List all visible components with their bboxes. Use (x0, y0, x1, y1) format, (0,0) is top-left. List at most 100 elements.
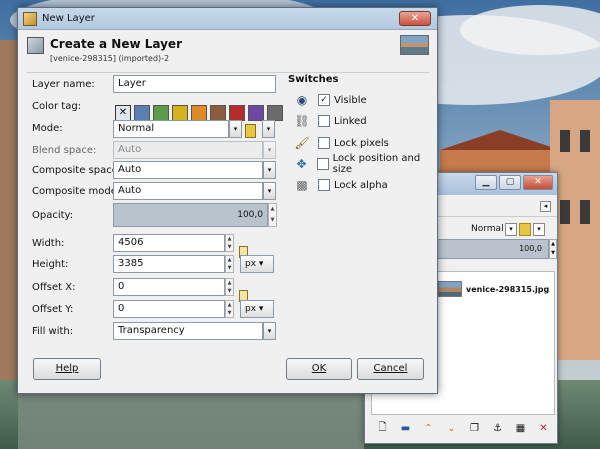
layers-action-bar: 🗋 ▬ ⌃ ⌄ ❐ ⚓ ▦ ✕ (371, 417, 555, 439)
page-title: Create a New Layer (50, 37, 182, 51)
blend-space-select: Auto (113, 141, 263, 159)
new-layer-icon[interactable]: 🗋 (376, 420, 390, 437)
delete-layer-icon[interactable]: ✕ (537, 423, 551, 434)
layer-name-input[interactable]: Layer (113, 75, 276, 93)
color-tag-none[interactable]: ✕ (115, 105, 131, 121)
switches-heading: Switches (288, 74, 339, 85)
offset-x-spinner[interactable]: ▲ ▼ (225, 278, 234, 296)
layers-opacity-spinner[interactable]: ▲ ▼ (549, 239, 557, 259)
lock-alpha-checkbox[interactable] (318, 179, 330, 191)
mode-reset-icon[interactable] (519, 223, 531, 236)
dialog-header: Create a New Layer [venice-298315] (impo… (18, 30, 437, 70)
cancel-button-label: Cancel (373, 363, 408, 374)
color-tag-label: Color tag: (32, 101, 82, 112)
height-input[interactable]: 3385 (113, 255, 225, 273)
switch-linked[interactable]: ⛓ Linked (294, 113, 367, 129)
composite-space-select[interactable]: Auto (113, 161, 263, 179)
opacity-label: Opacity: (32, 210, 74, 221)
move-icon: ✥ (296, 157, 307, 171)
lock-pixels-label: Lock pixels (334, 137, 389, 149)
color-tag-swatch[interactable] (248, 105, 264, 121)
offset-x-input[interactable]: 0 (113, 278, 225, 296)
minimize-button[interactable]: ▁ (475, 175, 497, 190)
composite-mode-label: Composite mode: (32, 186, 121, 197)
composite-space-label: Composite space: (32, 165, 122, 176)
paintbrush-icon: 🖌 (294, 136, 310, 150)
offset-unit-select[interactable]: px ▾ (240, 300, 274, 318)
close-button[interactable]: ✕ (523, 175, 553, 190)
new-layer-dialog: New Layer ✕ Create a New Layer [venice-2… (17, 7, 438, 394)
width-input[interactable]: 4506 (113, 234, 225, 252)
new-group-icon[interactable]: ▬ (399, 423, 413, 434)
raise-layer-icon[interactable]: ⌃ (422, 423, 436, 434)
height-label: Height: (32, 259, 69, 270)
lower-layer-icon[interactable]: ⌄ (445, 423, 459, 434)
chevron-down-icon[interactable]: ▾ (263, 182, 276, 200)
ok-button-label: OK (311, 363, 327, 374)
merge-layer-icon[interactable]: ▦ (514, 423, 528, 434)
collapse-icon[interactable]: ◂ (540, 201, 551, 212)
image-subtitle: [venice-298315] (imported)-2 (50, 54, 170, 63)
dialog-titlebar: New Layer ✕ (18, 8, 437, 30)
header-divider (26, 72, 430, 73)
mode-select[interactable]: Normal (113, 120, 229, 138)
layer-thumbnail (438, 281, 462, 297)
chevron-down-icon[interactable]: ▾ (262, 120, 275, 138)
mode-reset-icon[interactable] (245, 124, 256, 138)
switch-visible[interactable]: ◉ ✓ Visible (294, 92, 367, 108)
switch-lock-pixels[interactable]: 🖌 Lock pixels (294, 135, 389, 151)
composite-mode-select[interactable]: Auto (113, 182, 263, 200)
linked-checkbox[interactable] (318, 115, 330, 127)
chain-icon: ⛓ (294, 114, 310, 128)
chevron-down-icon[interactable]: ▾ (263, 322, 276, 340)
width-spinner[interactable]: ▲ ▼ (225, 234, 234, 252)
lock-position-checkbox[interactable] (317, 158, 329, 170)
chevron-down-icon: ▾ (263, 141, 276, 159)
eye-icon: ◉ (296, 93, 308, 107)
visible-checkbox[interactable]: ✓ (318, 94, 330, 106)
color-tag-swatch[interactable] (229, 105, 245, 121)
blend-space-label: Blend space: (32, 145, 97, 156)
duplicate-layer-icon[interactable]: ❐ (468, 423, 482, 434)
new-layer-icon (27, 37, 44, 54)
lock-alpha-label: Lock alpha (334, 179, 388, 191)
linked-label: Linked (334, 115, 367, 127)
height-spinner[interactable]: ▲ ▼ (225, 255, 234, 273)
chevron-down-icon[interactable]: ▾ (505, 223, 517, 236)
color-tag-swatch[interactable] (191, 105, 207, 121)
color-tag-swatch[interactable] (210, 105, 226, 121)
opacity-spinner[interactable]: ▲ ▼ (268, 203, 277, 227)
offset-y-input[interactable]: 0 (113, 300, 225, 318)
cancel-button[interactable]: Cancel (357, 358, 424, 380)
size-unit-select[interactable]: px ▾ (240, 255, 274, 273)
offset-y-spinner[interactable]: ▲ ▼ (225, 300, 234, 318)
help-button[interactable]: Help (33, 358, 101, 380)
close-button[interactable]: ✕ (399, 11, 431, 26)
switch-lock-position[interactable]: ✥ Lock position and size (294, 153, 437, 175)
lock-pixels-checkbox[interactable] (318, 137, 330, 149)
lock-position-label: Lock position and size (332, 153, 421, 175)
layers-opacity-value: 100,0 (519, 244, 542, 253)
fill-with-label: Fill with: (32, 326, 74, 337)
chevron-down-icon[interactable]: ▾ (533, 223, 545, 236)
chevron-down-icon[interactable]: ▾ (263, 161, 276, 179)
chevron-down-icon[interactable]: ▾ (229, 120, 242, 138)
window-title: New Layer (42, 13, 95, 24)
color-tag-swatch[interactable] (172, 105, 188, 121)
help-button-label: Help (55, 363, 79, 374)
layer-name-label: Layer name: (32, 79, 95, 90)
anchor-layer-icon[interactable]: ⚓ (491, 423, 505, 434)
width-label: Width: (32, 238, 65, 249)
opacity-slider[interactable]: 100,0 (113, 203, 268, 227)
layers-mode-value[interactable]: Normal (471, 224, 504, 234)
color-tag-swatch[interactable] (134, 105, 150, 121)
checkerboard-icon: ▩ (296, 178, 308, 192)
fill-with-select[interactable]: Transparency (113, 322, 263, 340)
mode-label: Mode: (32, 123, 63, 134)
image-preview-thumbnail (400, 35, 429, 55)
switch-lock-alpha[interactable]: ▩ Lock alpha (294, 177, 388, 193)
color-tag-swatch[interactable] (267, 105, 283, 121)
ok-button[interactable]: OK (286, 358, 352, 380)
maximize-button[interactable]: ▢ (499, 175, 521, 190)
color-tag-swatch[interactable] (153, 105, 169, 121)
